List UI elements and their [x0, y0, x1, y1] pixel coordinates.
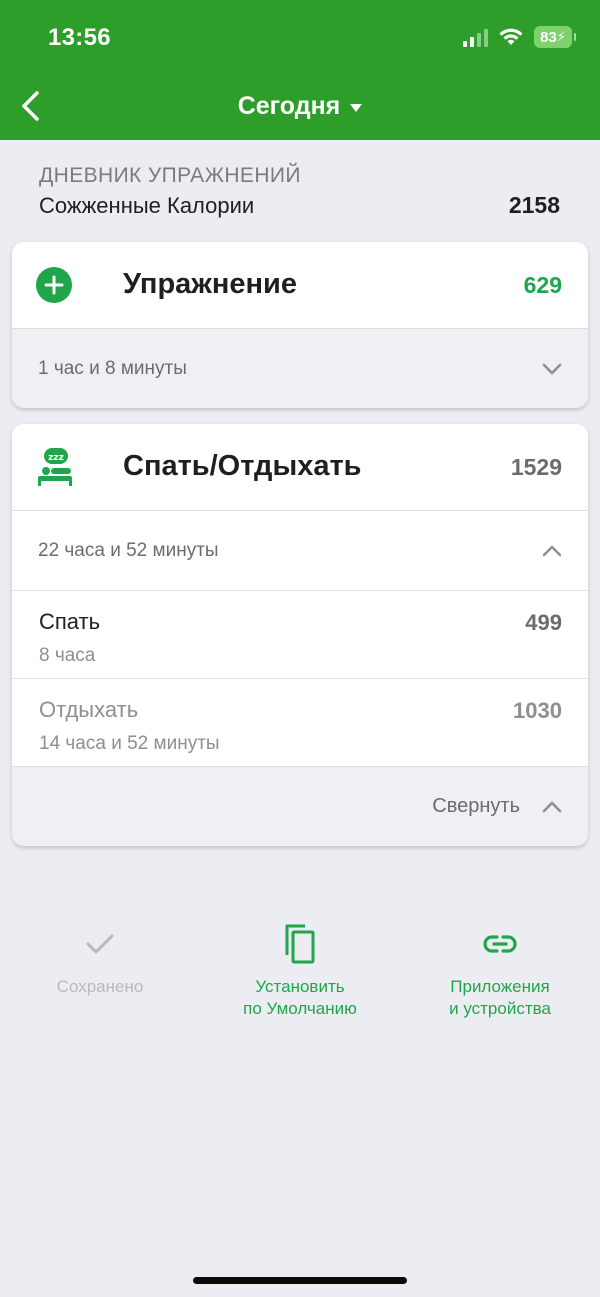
- apps-devices-label: Приложения и устройства: [449, 976, 551, 1020]
- diary-label: ДНЕВНИК УПРАЖНЕНИЙ: [39, 164, 301, 187]
- sleep-duration-row[interactable]: 22 часа и 52 минуты: [12, 510, 588, 590]
- rest-item-calories: 1030: [513, 698, 562, 723]
- apps-devices-label-line2: и устройства: [449, 999, 551, 1018]
- chevron-down-icon: [542, 363, 562, 374]
- exercise-duration: 1 час и 8 минуты: [38, 357, 187, 379]
- saved-label: Сохранено: [56, 977, 144, 996]
- home-indicator[interactable]: [193, 1277, 407, 1284]
- apps-devices-label-line1: Приложения: [450, 977, 550, 996]
- battery-icon: 83 ⚡: [534, 26, 576, 48]
- copy-icon: [285, 924, 315, 964]
- svg-text:zzz: zzz: [48, 453, 64, 463]
- sleep-item-name: Спать: [39, 609, 101, 634]
- date-selector-label: Сегодня: [237, 92, 341, 120]
- set-default-label: Установить по Умолчанию: [243, 976, 357, 1020]
- checkmark-icon: [86, 934, 114, 954]
- app-header: 13:56 83 ⚡ Сегодня: [0, 0, 600, 140]
- action-bar: Сохранено Установить по Умолчанию Прилож…: [0, 920, 600, 1020]
- set-default-label-line2: по Умолчанию: [243, 999, 357, 1018]
- sleep-calories: 1529: [510, 454, 562, 480]
- calories-burned-label: Сожженные Калории: [39, 193, 255, 218]
- exercise-duration-row[interactable]: 1 час и 8 минуты: [12, 328, 588, 408]
- collapse-button[interactable]: Свернуть: [12, 766, 588, 846]
- sleep-card-header[interactable]: zzz Спать/Отдыхать 1529: [12, 424, 588, 510]
- calories-burned-total: 2158: [508, 192, 560, 218]
- rest-item-row[interactable]: Отдыхать 14 часа и 52 минуты 1030: [12, 678, 588, 766]
- rest-item-duration: 14 часа и 52 минуты: [39, 733, 220, 754]
- apps-devices-action[interactable]: Приложения и устройства: [400, 920, 600, 1020]
- rest-item-name: Отдыхать: [39, 697, 139, 722]
- exercise-card-header[interactable]: Упражнение 629: [12, 242, 588, 328]
- exercise-calories: 629: [523, 272, 562, 298]
- sleep-item-duration: 8 часа: [39, 645, 96, 666]
- saved-action[interactable]: Сохранено: [0, 920, 200, 1020]
- sleep-item-row[interactable]: Спать 8 часа 499: [12, 590, 588, 678]
- status-time: 13:56: [48, 24, 111, 51]
- wifi-icon: [499, 28, 523, 45]
- sleep-title: Спать/Отдыхать: [123, 450, 362, 482]
- set-default-label-line1: Установить: [255, 977, 345, 996]
- chevron-up-icon: [542, 545, 562, 556]
- sleep-rest-card: zzz Спать/Отдыхать 1529 22 часа и 52 мин…: [12, 424, 588, 846]
- link-icon: [483, 935, 517, 953]
- exercise-card: Упражнение 629 1 час и 8 минуты: [12, 242, 588, 408]
- exercise-title: Упражнение: [123, 268, 297, 300]
- set-default-action[interactable]: Установить по Умолчанию: [200, 920, 400, 1020]
- collapse-label: Свернуть: [432, 795, 520, 817]
- status-icons: 83 ⚡: [463, 26, 576, 48]
- sleep-duration: 22 часа и 52 минуты: [38, 539, 219, 561]
- chevron-up-icon: [542, 801, 562, 812]
- sleep-icon: zzz: [38, 448, 72, 486]
- battery-level: 83: [540, 28, 557, 46]
- sleep-item-calories: 499: [525, 610, 562, 635]
- add-circle-icon[interactable]: [36, 267, 72, 303]
- signal-icon: [463, 27, 488, 47]
- date-selector[interactable]: Сегодня: [0, 92, 600, 121]
- caret-down-icon: [350, 103, 363, 112]
